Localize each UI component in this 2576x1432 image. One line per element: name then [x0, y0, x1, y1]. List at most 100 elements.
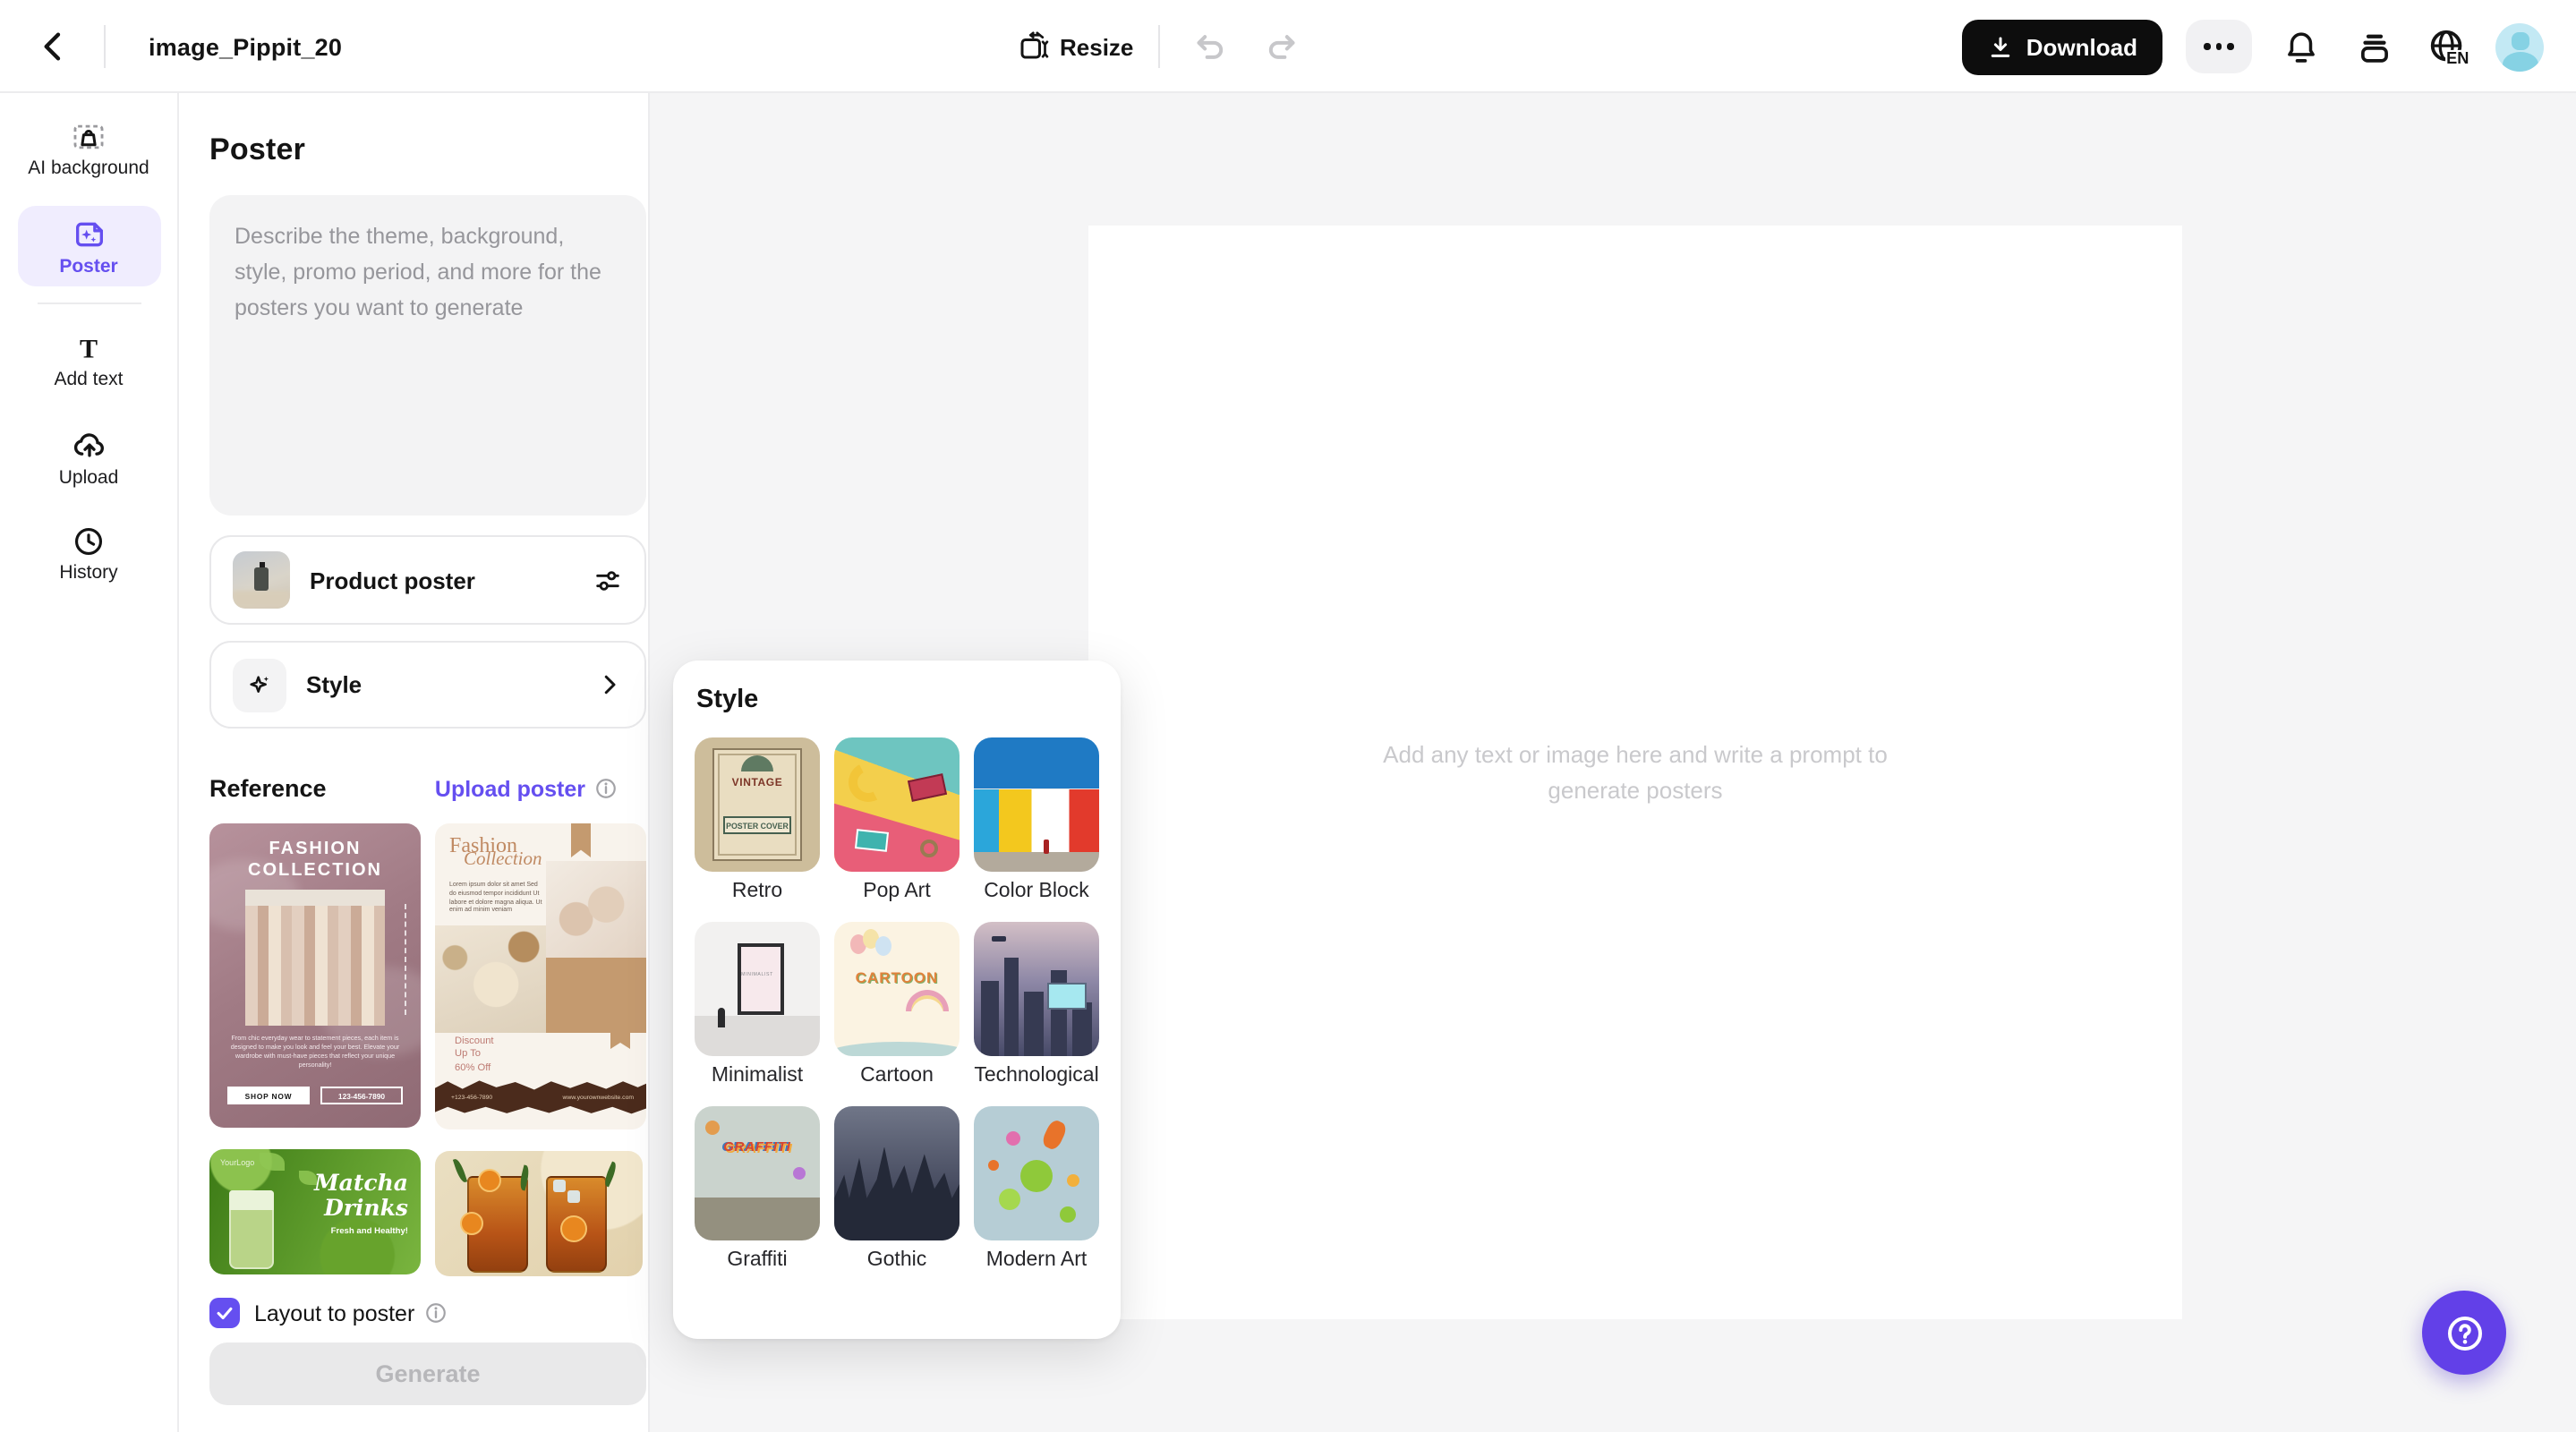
info-icon[interactable] — [594, 777, 618, 800]
style-row-label: Style — [306, 671, 576, 698]
canvas[interactable]: Add any text or image here and write a p… — [1088, 226, 2182, 1319]
sidebar-item-ai-background[interactable]: AI background — [17, 109, 160, 189]
language-button[interactable]: EN — [2422, 21, 2472, 72]
back-chevron-icon — [36, 29, 72, 64]
ref2-discount-3: 60% Off — [455, 1063, 494, 1077]
canvas-placeholder: Add any text or image here and write a p… — [1349, 737, 1922, 808]
style-tile-modern-art[interactable]: Modern Art — [974, 1106, 1099, 1271]
ref3-title-1: Matcha — [314, 1169, 408, 1196]
svg-text:T: T — [80, 333, 98, 363]
info-icon[interactable] — [423, 1301, 447, 1325]
more-dots-icon — [2205, 44, 2211, 50]
graffiti-thumbnail: GRAFFITI — [695, 1106, 820, 1240]
avatar-head — [2511, 31, 2529, 49]
avatar-body — [2502, 51, 2538, 71]
style-tile-technological[interactable]: Technological — [974, 922, 1099, 1087]
sliders-icon[interactable] — [593, 565, 623, 595]
style-label: Modern Art — [974, 1249, 1099, 1271]
ref1-body: From chic everyday wear to statement pie… — [224, 1035, 406, 1070]
ref2-body: Lorem ipsum dolor sit amet Sed do eiusmo… — [449, 881, 546, 915]
sparkle-icon — [245, 670, 274, 699]
style-label: Graffiti — [695, 1249, 820, 1271]
generate-button[interactable]: Generate — [209, 1342, 646, 1405]
style-popup: Style VINTAGE POSTER COVER Retro Pop Art — [673, 661, 1121, 1339]
download-label: Download — [2026, 33, 2137, 60]
product-poster-label: Product poster — [310, 567, 573, 593]
resize-label: Resize — [1060, 33, 1133, 60]
sidebar-divider — [37, 303, 141, 304]
technological-thumbnail — [974, 922, 1099, 1056]
sidebar-item-add-text[interactable]: T Add text — [17, 320, 160, 400]
prompt-input[interactable] — [209, 195, 646, 516]
ref3-tagline: Fresh and Healthy! — [331, 1228, 408, 1237]
notifications-button[interactable] — [2275, 21, 2325, 72]
poster-panel: Poster Product poster Style — [179, 93, 650, 1432]
style-label: Minimalist — [695, 1065, 820, 1087]
pop-art-thumbnail — [834, 737, 960, 872]
redo-icon — [1264, 29, 1300, 64]
layout-to-poster-row: Layout to poster — [209, 1298, 618, 1328]
reference-poster-fashion-light[interactable]: Fashion Collection Lorem ipsum dolor sit… — [435, 823, 646, 1129]
reference-grid: FASHION COLLECTION From chic everyday we… — [209, 823, 618, 1276]
clock-icon — [72, 524, 106, 558]
style-tile-retro[interactable]: VINTAGE POSTER COVER Retro — [695, 737, 820, 902]
download-icon — [1987, 33, 2014, 60]
ref2-heels-photo — [546, 861, 646, 958]
reference-title: Reference — [209, 775, 435, 802]
modern-art-thumbnail — [974, 1106, 1099, 1240]
document-title: image_Pippit_20 — [149, 33, 342, 60]
sparkle-icon-box — [233, 658, 286, 712]
style-row[interactable]: Style — [209, 641, 646, 729]
upload-poster-link[interactable]: Upload poster — [435, 776, 585, 801]
sidebar-item-poster[interactable]: Poster — [17, 205, 160, 286]
ref1-title-1: FASHION — [209, 840, 421, 860]
sidebar-item-upload[interactable]: Upload — [17, 416, 160, 498]
reference-poster-iced-tea[interactable] — [435, 1151, 643, 1276]
assets-button[interactable] — [2349, 21, 2399, 72]
top-bar: image_Pippit_20 Resize — [0, 0, 2576, 93]
sidebar-item-history[interactable]: History — [17, 514, 160, 593]
sidebar-item-label: History — [21, 564, 157, 584]
question-mark-icon — [2443, 1311, 2486, 1354]
ref2-phone: +123-456-7890 — [451, 1094, 492, 1101]
style-label: Pop Art — [834, 881, 960, 902]
more-options-button[interactable] — [2186, 20, 2252, 73]
cloud-upload-icon — [71, 427, 107, 463]
divider — [104, 25, 106, 68]
undo-button[interactable] — [1185, 21, 1235, 72]
resize-button[interactable]: Resize — [1017, 30, 1133, 63]
layout-checkbox-label: Layout to poster — [254, 1300, 414, 1325]
retro-thumbnail: VINTAGE POSTER COVER — [695, 737, 820, 872]
style-tile-gothic[interactable]: Gothic — [834, 1106, 960, 1271]
style-tile-graffiti[interactable]: GRAFFITI Graffiti — [695, 1106, 820, 1271]
style-tile-pop-art[interactable]: Pop Art — [834, 737, 960, 902]
style-label: Gothic — [834, 1249, 960, 1271]
divider — [1158, 25, 1160, 68]
ref3-logo: YourLogo — [220, 1158, 254, 1167]
reference-poster-matcha[interactable]: YourLogo Matcha Drinks Fresh and Healthy… — [209, 1149, 421, 1274]
style-tile-minimalist[interactable]: MINIMALIST Minimalist — [695, 922, 820, 1087]
ref3-title-2: Drinks — [324, 1194, 408, 1221]
panel-title: Poster — [209, 132, 618, 168]
style-tile-color-block[interactable]: Color Block — [974, 737, 1099, 902]
layout-checkbox[interactable] — [209, 1298, 240, 1328]
marquee-bag-icon — [72, 120, 106, 154]
avatar[interactable] — [2495, 22, 2544, 71]
product-thumbnail — [233, 551, 290, 609]
tool-sidebar: AI background Poster T Add text Upload — [0, 93, 179, 1432]
download-button[interactable]: Download — [1962, 19, 2162, 74]
style-tile-cartoon[interactable]: CARTOON Cartoon — [834, 922, 960, 1087]
redo-button[interactable] — [1257, 21, 1307, 72]
help-button[interactable] — [2422, 1291, 2506, 1375]
back-button[interactable] — [29, 21, 79, 72]
sidebar-item-label: AI background — [21, 159, 157, 180]
reference-poster-fashion-dark[interactable]: FASHION COLLECTION From chic everyday we… — [209, 823, 421, 1128]
ref2-flatlay-photo — [435, 925, 546, 1033]
color-block-thumbnail — [974, 737, 1099, 872]
globe-icon: EN — [2427, 26, 2468, 67]
check-icon — [215, 1303, 235, 1323]
minimalist-thumbnail: MINIMALIST — [695, 922, 820, 1056]
assets-stack-icon — [2355, 28, 2393, 65]
product-poster-row[interactable]: Product poster — [209, 535, 646, 625]
svg-text:EN: EN — [2445, 48, 2468, 66]
